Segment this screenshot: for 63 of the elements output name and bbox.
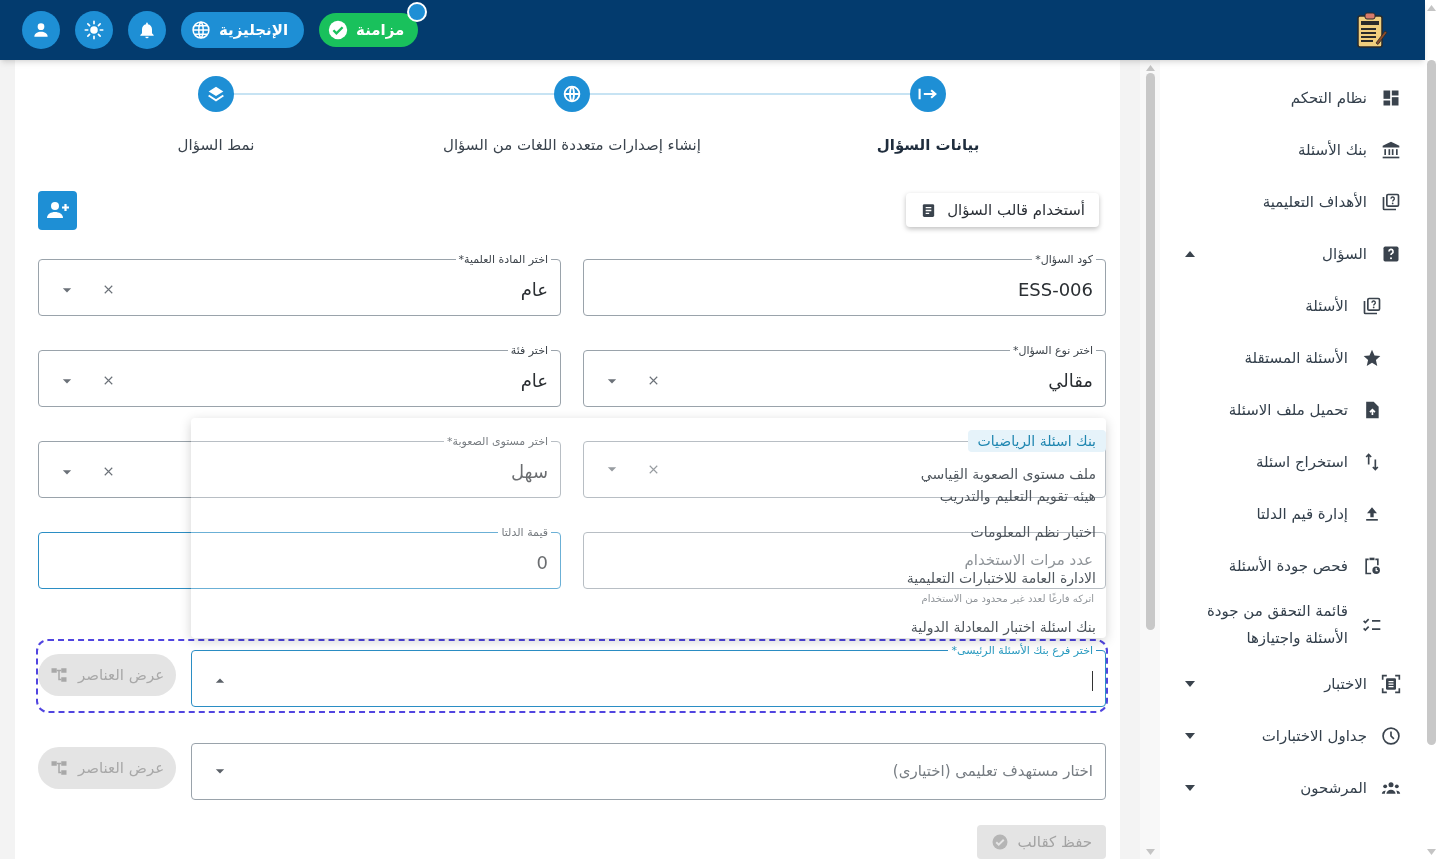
bell-icon: [137, 20, 157, 40]
exam-icon: [1381, 674, 1401, 694]
sidebar-item[interactable]: السؤال: [1160, 228, 1425, 280]
clipboard-clock-icon: [1362, 556, 1382, 576]
scrollbar-thumb[interactable]: [1145, 73, 1155, 630]
select-field[interactable]: اختر المادة العلمية* عام: [38, 252, 561, 316]
stepper-step[interactable]: نمط السؤال: [38, 76, 394, 157]
question-copy-icon: [1381, 192, 1401, 212]
dropdown-option[interactable]: هيئه تقويم التعليم والتدريب: [929, 484, 1106, 507]
check-icon: [990, 832, 1009, 851]
text-cursor: [1092, 670, 1093, 691]
check-icon: [327, 19, 350, 41]
dropdown-option[interactable]: ملف مستوى الصعوبة القِياسي: [910, 462, 1106, 485]
scrollbar-thumb[interactable]: [1427, 60, 1436, 745]
add-user-button[interactable]: [38, 190, 77, 230]
sidebar-item[interactable]: الأسئلة: [1160, 280, 1425, 332]
clock-icon: [1381, 726, 1401, 746]
notifications-button[interactable]: [128, 11, 166, 49]
select-field[interactable]: اختر نوع السؤال* مقالي: [583, 343, 1106, 407]
sidebar-item[interactable]: الاختبار: [1160, 658, 1425, 710]
field-label: اختر المادة العلمية*: [457, 252, 549, 266]
dropdown-option[interactable]: بنك اسئلة الرياضيات: [967, 429, 1106, 452]
sidebar-item[interactable]: قائمة التحقق من جودة الأسئلة واجتيازها: [1160, 592, 1425, 658]
sidebar-item[interactable]: فحص جودة الأسئلة: [1160, 540, 1425, 592]
dropdown-field[interactable]: اختار مستهدف تعليمى (اختيارى): [191, 742, 1106, 800]
field-label: اختر مستوى الصعوبة*: [446, 434, 549, 448]
select-field[interactable]: اختر مستوى الصعوبة* سهل: [38, 434, 561, 498]
language-button[interactable]: الإنجليزية: [181, 12, 305, 48]
tree-icon: [49, 759, 68, 777]
field-label: اختر فئة: [509, 343, 549, 357]
sidebar-item[interactable]: الأسئلة المستقلة: [1160, 332, 1425, 384]
globe-icon: [191, 20, 211, 40]
stepper-step[interactable]: بيانات السؤال: [750, 76, 1106, 157]
sun-icon: [84, 20, 104, 40]
tree-icon: [49, 666, 68, 684]
template-button[interactable]: أستخدام قالب السؤال: [906, 193, 1099, 227]
profile-button[interactable]: [22, 11, 60, 49]
helper-text: اتركه فارغًا لعدد غير محدود من الاستخدام: [921, 592, 1094, 605]
field-label: اختر فرع بنك الأسئلة الرئيسى*: [950, 643, 1094, 657]
sidebar-item[interactable]: نظام التحكم: [1160, 72, 1425, 124]
star-icon: [1362, 348, 1382, 368]
sidebar-item[interactable]: استخراج اسئلة: [1160, 436, 1425, 488]
dropdown-option[interactable]: بنك اسئلة اختبار المعادلة الدولية: [900, 615, 1106, 638]
sidebar-item[interactable]: إدارة قيم الدلتا: [1160, 488, 1425, 540]
dashboard-icon: [1381, 88, 1401, 108]
question-icon: [1381, 244, 1401, 264]
theme-button[interactable]: [75, 11, 113, 49]
user-icon: [31, 20, 51, 40]
bank-icon: [1381, 140, 1401, 160]
field-label: اختر نوع السؤال*: [1012, 343, 1094, 357]
arrow-bar-icon: [910, 76, 946, 112]
sidebar-item[interactable]: الأهداف التعليمية: [1160, 176, 1425, 228]
question-copy-icon: [1362, 296, 1382, 316]
stepper-step[interactable]: إنشاء إصدارات متعددة اللغات من السؤال: [394, 76, 750, 157]
sidebar-item[interactable]: المرشحون: [1160, 762, 1425, 814]
select-field[interactable]: اختر فئة عام: [38, 343, 561, 407]
sidebar-item[interactable]: بنك الأسئلة: [1160, 124, 1425, 176]
globe-icon: [554, 76, 590, 112]
sidebar-item[interactable]: تحميل ملف الاسئلة: [1160, 384, 1425, 436]
field-label: كود السؤال*: [1034, 252, 1094, 266]
layers-icon: [198, 76, 234, 112]
field-label: قيمة الدلتا: [500, 525, 549, 539]
sidebar-item[interactable]: جداول الاختبارات: [1160, 710, 1425, 762]
